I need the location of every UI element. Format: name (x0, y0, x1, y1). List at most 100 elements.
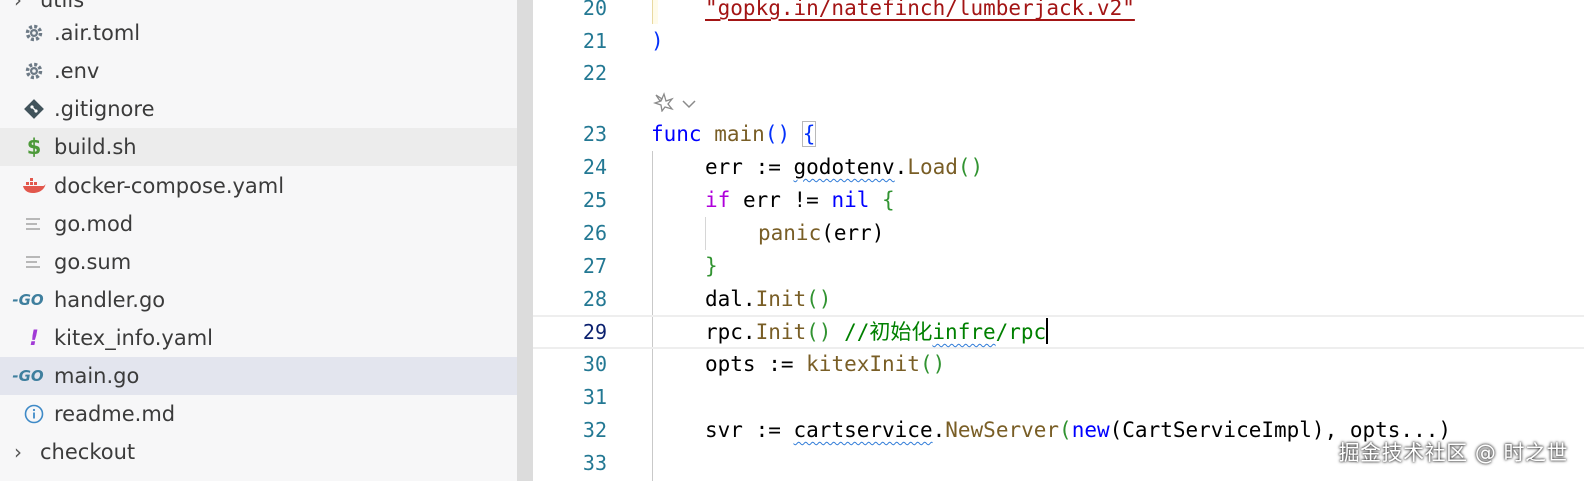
function-name[interactable]: Init (756, 287, 807, 311)
tree-folder-checkout[interactable]: › checkout (0, 433, 517, 471)
tree-item-label: docker-compose.yaml (54, 174, 285, 198)
code-token: . (932, 418, 946, 442)
package-token[interactable]: cartservice (794, 418, 933, 442)
code-text: dal.Init() (705, 283, 831, 316)
dollar-icon: $ (26, 135, 42, 159)
tree-item-label: handler.go (54, 288, 166, 312)
paren-token: ( (1059, 418, 1072, 442)
line-number: 21 (582, 29, 607, 53)
sparkle-icon[interactable] (652, 92, 675, 116)
brace-token: } (705, 254, 718, 278)
code-token: svr := (705, 418, 794, 442)
chevron-down-icon[interactable] (681, 95, 697, 114)
function-name[interactable]: kitexInit (806, 352, 920, 376)
function-name[interactable]: main (714, 122, 765, 146)
code-line: 25 if err != nil { (533, 184, 1584, 217)
line-number: 24 (582, 155, 607, 179)
tree-file-handler-go[interactable]: ‑GO handler.go (0, 281, 517, 319)
line-number: 23 (582, 122, 607, 146)
tree-file-air-toml[interactable]: .air.toml (0, 14, 517, 52)
tree-file-readme[interactable]: readme.md (0, 395, 517, 433)
code-token: err != (730, 188, 832, 212)
explorer-sidebar: › utils .air.toml .env .gitignore $ buil… (0, 0, 517, 481)
code-text: err := godotenv.Load() (705, 151, 983, 184)
code-token: opts := (705, 352, 807, 376)
tree-item-label: utils (40, 0, 85, 12)
code-line: 28 dal.Init() (533, 283, 1584, 316)
code-editor[interactable]: 20 "gopkg.in/natefinch/lumberjack.v2" 21… (533, 0, 1584, 481)
tree-file-kitex-info[interactable]: ! kitex_info.yaml (0, 319, 517, 357)
code-text: "gopkg.in/natefinch/lumberjack.v2" (705, 0, 1135, 25)
function-name[interactable]: NewServer (945, 418, 1059, 442)
code-token: dal. (705, 287, 756, 311)
function-name[interactable]: Init (756, 320, 807, 344)
sidebar-scrollbar[interactable] (517, 0, 533, 481)
keyword-if: if (705, 188, 731, 212)
go-icon: ‑GO (12, 291, 44, 309)
info-icon (22, 395, 46, 433)
package-token[interactable]: godotenv (794, 155, 895, 179)
paren-token: ) (651, 29, 664, 53)
comment-token: //初始化 (844, 320, 933, 344)
comment-token: /rpc (995, 320, 1047, 344)
paren-token: () (806, 320, 832, 344)
code-line: 22 (533, 57, 1584, 90)
text-cursor (1046, 318, 1049, 344)
code-token: . (894, 155, 908, 179)
code-token: rpc. (705, 320, 756, 344)
line-number: 32 (582, 418, 607, 442)
tree-item-label: build.sh (54, 135, 137, 159)
tree-file-build-sh[interactable]: $ build.sh (0, 128, 517, 166)
code-lens[interactable] (652, 89, 697, 119)
line-number: 33 (582, 451, 607, 475)
tree-item-label: readme.md (54, 402, 176, 426)
tree-item-label: checkout (40, 440, 136, 464)
tree-item-label: kitex_info.yaml (54, 326, 213, 350)
keyword-nil: nil (831, 188, 870, 212)
go-icon: ‑GO (12, 367, 44, 385)
code-line: 20 "gopkg.in/natefinch/lumberjack.v2" (533, 0, 1584, 25)
function-name[interactable]: Load (907, 155, 958, 179)
code-text: if err != nil { (705, 184, 895, 217)
brace-token: { (801, 121, 817, 147)
import-string[interactable]: "gopkg.in/natefinch/lumberjack.v2" (705, 0, 1135, 20)
code-line: 27 } (533, 250, 1584, 283)
code-token: (err) (821, 221, 885, 245)
gear-icon (22, 52, 46, 90)
code-line: 26 panic(err) (533, 217, 1584, 250)
lines-icon (22, 243, 46, 281)
code-text: rpc.Init() //初始化infre/rpc (705, 316, 1049, 349)
tree-item-label: go.sum (54, 250, 132, 274)
keyword-new: new (1071, 418, 1110, 442)
chevron-right-icon: › (14, 0, 22, 12)
tree-file-go-mod[interactable]: go.mod (0, 205, 517, 243)
comment-token: infre (932, 320, 996, 344)
exclamation-icon: ! (29, 326, 39, 350)
line-number: 27 (582, 254, 607, 278)
function-name[interactable]: panic (758, 221, 821, 245)
paren-token: () (957, 155, 984, 179)
paren-token: () (764, 122, 791, 146)
tree-file-docker-compose[interactable]: docker-compose.yaml (0, 167, 517, 205)
line-number: 30 (582, 352, 607, 376)
chevron-right-icon: › (14, 440, 22, 464)
tree-file-env[interactable]: .env (0, 52, 517, 90)
tree-file-gitignore[interactable]: .gitignore (0, 90, 517, 128)
tree-item-label: .gitignore (54, 97, 155, 121)
line-number: 25 (582, 188, 607, 212)
watermark: 掘金技术社区 @ 时之世 (1338, 441, 1568, 465)
tree-file-main-go[interactable]: ‑GO main.go (0, 357, 517, 395)
git-icon (22, 90, 46, 128)
code-line: 21 ) (533, 25, 1584, 58)
code-text: opts := kitexInit() (705, 348, 945, 381)
line-number: 28 (582, 287, 607, 311)
brace-token: { (882, 188, 895, 212)
tree-item-label: main.go (54, 364, 140, 388)
code-text: func main() { (651, 118, 817, 151)
line-number: 31 (582, 385, 607, 409)
paren-token: () (806, 287, 832, 311)
code-line: 23 func main() { (533, 118, 1584, 151)
tree-file-go-sum[interactable]: go.sum (0, 243, 517, 281)
tree-item-label: .air.toml (54, 21, 141, 45)
paren-token: () (919, 352, 946, 376)
